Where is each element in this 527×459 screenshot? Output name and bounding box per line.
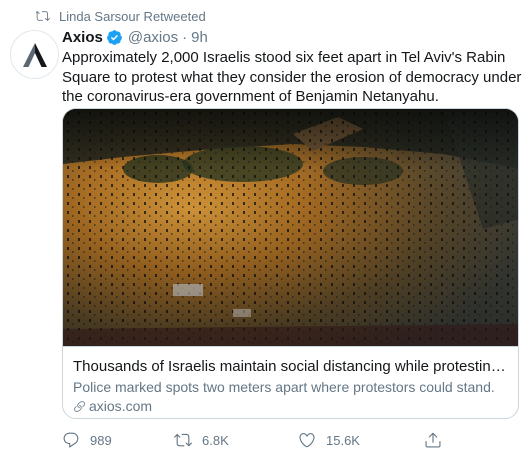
like-button[interactable]: 15.6K [298,431,360,449]
tweet-timestamp[interactable]: 9h [191,29,208,46]
tweet-text: Approximately 2,000 Israelis stood six f… [62,49,522,105]
retweet-icon [174,433,192,447]
avatar[interactable] [10,30,59,79]
share-icon [425,432,441,448]
retweet-button[interactable]: 6.8K [174,431,229,449]
card-description: Police marked spots two meters apart whe… [73,379,495,395]
retweet-icon [36,9,59,23]
link-card[interactable]: Thousands of Israelis maintain social di… [62,108,519,419]
reply-button[interactable]: 989 [62,431,112,449]
card-body[interactable]: Thousands of Israelis maintain social di… [63,346,518,418]
card-domain-label: axios.com [89,398,153,414]
retweet-context-label[interactable]: Linda Sarsour Retweeted [59,9,206,24]
verified-badge-icon [106,29,123,46]
separator-dot: · [182,28,188,46]
tweet-header: Axios @axios · 9h [62,27,208,47]
like-count: 15.6K [326,432,360,448]
card-image[interactable] [63,109,518,346]
retweet-context: Linda Sarsour Retweeted [36,8,206,24]
retweet-count: 6.8K [202,432,229,448]
heart-icon [299,433,315,448]
share-button[interactable] [424,431,442,449]
axios-logo [22,42,47,67]
tweet-actions: 989 6.8K 15.6K [62,430,482,450]
reply-icon [63,432,79,448]
card-domain: axios.com [73,397,510,416]
author-name[interactable]: Axios [62,29,103,46]
reply-count: 989 [90,432,112,448]
card-photo [63,109,518,346]
card-title: Thousands of Israelis maintain social di… [73,358,510,375]
author-handle[interactable]: @axios [128,29,178,46]
link-icon [74,401,85,412]
